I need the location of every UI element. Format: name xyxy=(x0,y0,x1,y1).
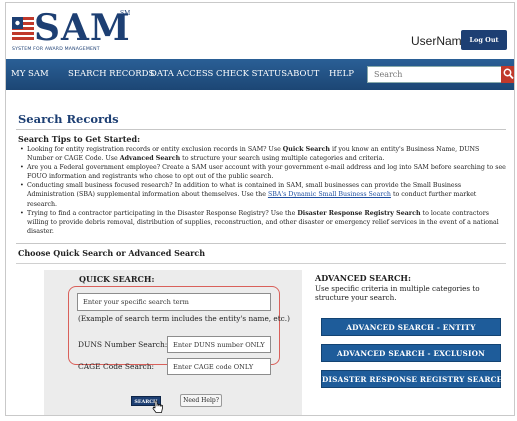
duns-input[interactable]: Enter DUNS number ONLY xyxy=(167,336,271,353)
tip-federal-employee: Are you a Federal government employee? C… xyxy=(20,163,506,181)
main-nav: MY SAM SEARCH RECORDS DATA ACCESS CHECK … xyxy=(6,59,514,90)
tip-small-business: Conducting small business focused resear… xyxy=(20,181,506,208)
advanced-search-title: ADVANCED SEARCH: xyxy=(315,273,411,283)
nav-search-records[interactable]: SEARCH RECORDS xyxy=(68,69,154,79)
logo-text: SAM xyxy=(34,7,131,49)
choose-divider xyxy=(16,263,506,264)
username-label: UserName xyxy=(411,34,469,48)
tips-list: Looking for entity registration records … xyxy=(20,145,506,236)
eagle-flag-icon xyxy=(12,17,34,40)
quick-search-example: (Example of search term includes the ent… xyxy=(78,314,290,323)
title-divider xyxy=(16,129,506,130)
logo-trademark: SM xyxy=(120,10,131,17)
cage-input[interactable]: Enter CAGE code ONLY xyxy=(167,358,271,375)
quick-search-input[interactable]: Enter your specific search term xyxy=(77,293,271,311)
nav-check-status[interactable]: CHECK STATUS xyxy=(216,69,287,79)
nav-data-access[interactable]: DATA ACCESS xyxy=(150,69,213,79)
page-title: Search Records xyxy=(18,112,119,126)
disaster-registry-search-button[interactable]: DISASTER RESPONSE REGISTRY SEARCH xyxy=(321,370,504,388)
browser-frame: SAM SM SYSTEM FOR AWARD MANAGEMENT UserN… xyxy=(5,2,515,416)
nav-my-sam[interactable]: MY SAM xyxy=(11,69,49,79)
choose-search-heading: Choose Quick Search or Advanced Search xyxy=(18,248,206,258)
site-search-input[interactable] xyxy=(367,66,502,83)
advanced-search-exclusion-button[interactable]: ADVANCED SEARCH - EXCLUSION xyxy=(321,344,501,362)
sam-logo[interactable]: SAM SM SYSTEM FOR AWARD MANAGEMENT xyxy=(12,7,132,55)
hand-cursor-icon xyxy=(152,400,163,413)
quick-search-title: QUICK SEARCH: xyxy=(79,274,155,284)
search-icon xyxy=(503,68,514,80)
tip-disaster-registry: Trying to find a contractor participatin… xyxy=(20,209,506,236)
logo-tagline: SYSTEM FOR AWARD MANAGEMENT xyxy=(12,47,100,52)
tips-heading: Search Tips to Get Started: xyxy=(18,134,141,144)
tip-quick-search: Looking for entity registration records … xyxy=(20,145,506,163)
need-help-button[interactable]: Need Help? xyxy=(180,394,222,407)
advanced-search-description: Use specific criteria in multiple catego… xyxy=(315,284,480,303)
tips-divider xyxy=(16,243,506,244)
advanced-search-entity-button[interactable]: ADVANCED SEARCH - ENTITY xyxy=(321,318,501,336)
nav-about[interactable]: ABOUT xyxy=(287,69,319,79)
nav-help[interactable]: HELP xyxy=(329,69,354,79)
duns-label: DUNS Number Search: xyxy=(78,340,168,349)
cage-label: CAGE Code Search: xyxy=(78,362,155,371)
header: SAM SM SYSTEM FOR AWARD MANAGEMENT UserN… xyxy=(6,3,514,59)
site-search-button[interactable] xyxy=(501,66,514,83)
logout-button[interactable]: Log Out xyxy=(461,30,507,50)
sba-search-link[interactable]: SBA's Dynamic Small Business Search xyxy=(268,191,391,198)
